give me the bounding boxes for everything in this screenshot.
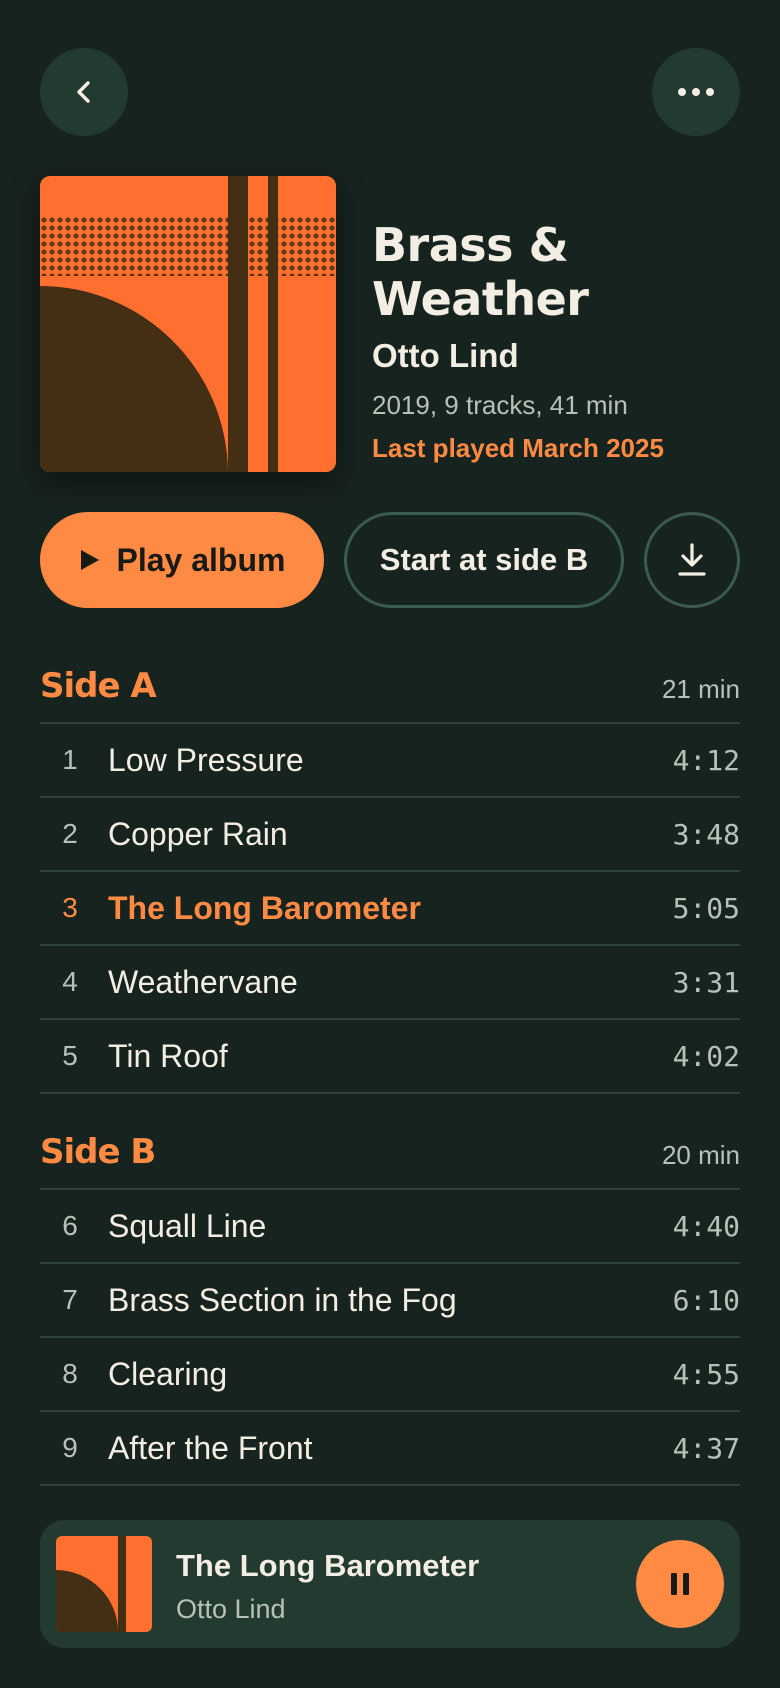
track-number: 2	[62, 818, 78, 849]
pause-button[interactable]	[636, 1540, 724, 1628]
track-number: 7	[62, 1284, 78, 1315]
now-playing-title: The Long Barometer	[176, 1548, 480, 1583]
track-number: 1	[62, 744, 78, 775]
track-title: Copper Rain	[108, 816, 288, 852]
track-title: Weathervane	[108, 964, 298, 1000]
last-played-label: Last played March 2025	[372, 433, 664, 463]
side-duration: 20 min	[661, 1140, 740, 1170]
artist-name[interactable]: Otto Lind	[372, 337, 519, 375]
track-number: 4	[62, 966, 78, 997]
track-row-playing[interactable]: 3 The Long Barometer 5:05	[40, 872, 740, 946]
track-number: 6	[62, 1210, 78, 1241]
side-b-section: Side B 20 min 6 Squall Line 4:40 7 Brass…	[40, 1110, 740, 1486]
more-options-button[interactable]	[652, 48, 740, 136]
album-meta: 2019, 9 tracks, 41 min	[372, 390, 628, 420]
track-number: 8	[62, 1358, 78, 1389]
track-duration: 4:55	[672, 1358, 740, 1391]
play-album-label: Play album	[116, 541, 286, 578]
play-album-button[interactable]: Play album	[40, 512, 324, 608]
start-side-b-label: Start at side B	[379, 542, 589, 577]
track-duration: 3:31	[672, 966, 740, 999]
track-title: Squall Line	[108, 1208, 267, 1244]
track-duration: 4:40	[672, 1210, 740, 1243]
track-row[interactable]: 1 Low Pressure 4:12	[40, 724, 740, 798]
chevron-left-icon	[77, 81, 90, 103]
start-side-b-button[interactable]: Start at side B	[344, 512, 624, 608]
side-header: Side A 21 min	[40, 644, 740, 724]
now-playing-bar[interactable]: The Long Barometer Otto Lind	[40, 1520, 740, 1648]
track-duration: 6:10	[672, 1284, 740, 1317]
track-row[interactable]: 5 Tin Roof 4:02	[40, 1020, 740, 1094]
track-title: Tin Roof	[108, 1038, 228, 1074]
track-row[interactable]: 2 Copper Rain 3:48	[40, 798, 740, 872]
album-cover	[40, 176, 336, 472]
pause-icon	[671, 1573, 689, 1595]
track-duration: 5:05	[672, 892, 740, 925]
download-icon	[678, 543, 706, 576]
track-duration: 4:37	[672, 1432, 740, 1465]
track-row[interactable]: 8 Clearing 4:55	[40, 1338, 740, 1412]
more-horizontal-icon	[678, 88, 714, 96]
track-title: The Long Barometer	[108, 890, 421, 926]
now-playing-artwork	[56, 1536, 152, 1632]
track-duration: 4:12	[672, 744, 740, 777]
track-row[interactable]: 4 Weathervane 3:31	[40, 946, 740, 1020]
side-header: Side B 20 min	[40, 1110, 740, 1190]
track-number: 9	[62, 1432, 78, 1463]
download-button[interactable]	[644, 512, 740, 608]
track-title: Low Pressure	[108, 742, 304, 778]
track-title: After the Front	[108, 1430, 313, 1466]
track-duration: 3:48	[672, 818, 740, 851]
now-playing-artist: Otto Lind	[176, 1594, 286, 1624]
play-icon	[80, 550, 99, 570]
side-a-section: Side A 21 min 1 Low Pressure 4:12 2 Copp…	[40, 644, 740, 1094]
track-title: Clearing	[108, 1356, 228, 1392]
side-title: Side A	[40, 666, 157, 706]
track-number: 5	[62, 1040, 78, 1071]
track-row[interactable]: 6 Squall Line 4:40	[40, 1190, 740, 1264]
side-title: Side B	[40, 1132, 156, 1172]
track-duration: 4:02	[672, 1040, 740, 1073]
album-title: Brass & Weather	[372, 218, 589, 326]
track-row[interactable]: 7 Brass Section in the Fog 6:10	[40, 1264, 740, 1338]
back-button[interactable]	[40, 48, 128, 136]
track-title: Brass Section in the Fog	[108, 1282, 457, 1318]
track-row[interactable]: 9 After the Front 4:37	[40, 1412, 740, 1486]
side-duration: 21 min	[661, 674, 740, 704]
track-number: 3	[62, 892, 78, 923]
